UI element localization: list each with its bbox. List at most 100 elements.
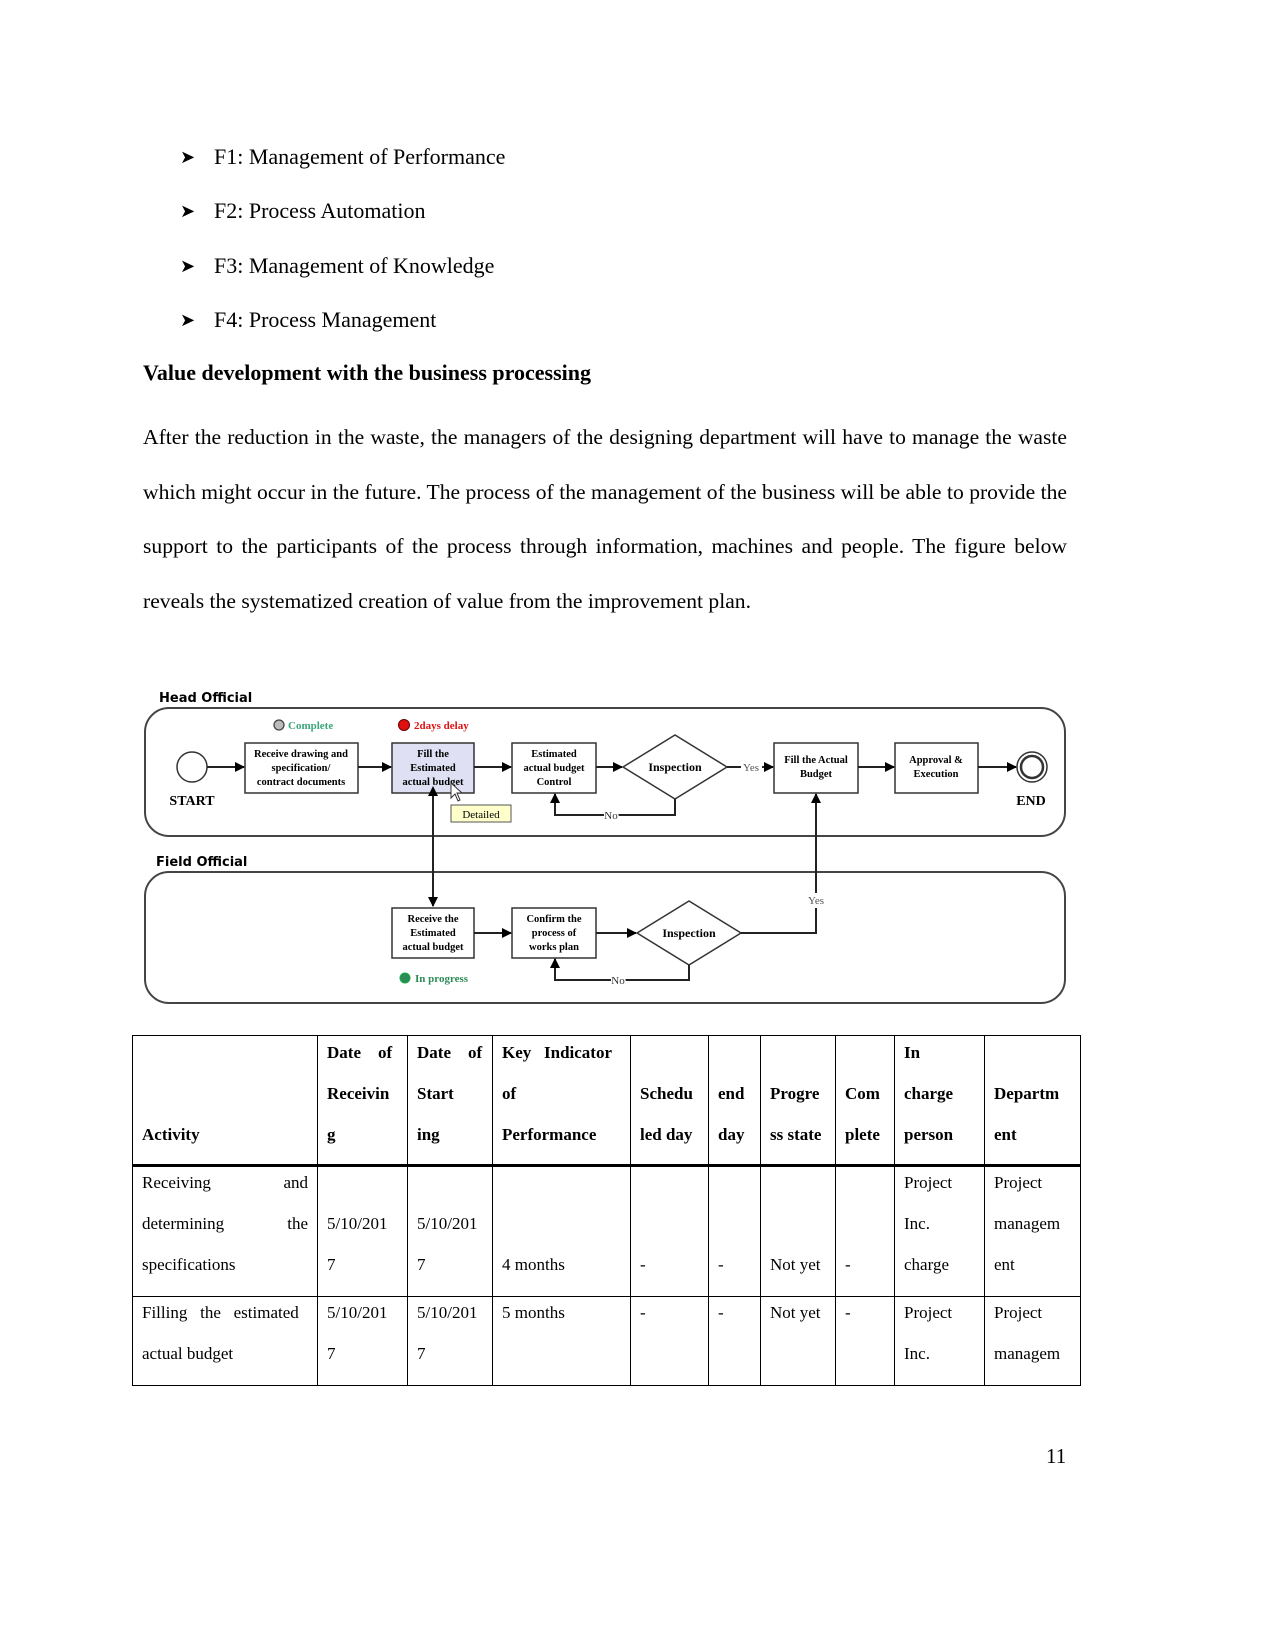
table-cell: - — [630, 1296, 709, 1386]
table-cell: 5/10/201 7 — [407, 1296, 493, 1386]
cell-word: determining — [142, 1214, 225, 1233]
cell-line — [845, 1212, 885, 1253]
arrowhead-bullet-icon: ➤ — [180, 200, 196, 221]
table-cell: Project managem — [984, 1296, 1081, 1386]
cell-line: - — [718, 1255, 724, 1274]
header-line: Progre — [770, 1084, 820, 1103]
cell-line: 7 — [327, 1344, 336, 1363]
cell-line: Project — [904, 1173, 953, 1192]
start-label: START — [169, 794, 215, 809]
table-cell: - — [708, 1165, 761, 1297]
table-cell: Project Inc. — [894, 1296, 985, 1386]
cell-line: - — [845, 1255, 851, 1274]
cell-line: 5/10/201 — [327, 1303, 388, 1322]
header-line: Date of — [417, 1043, 483, 1062]
inspection-decision-2: Inspection — [635, 900, 743, 966]
table-cell: 5/10/201 7 — [407, 1165, 493, 1297]
header-line: plete — [845, 1125, 880, 1144]
cell-line: 7 — [327, 1255, 336, 1274]
no-label-2: No — [611, 975, 625, 987]
cell-line: Not yet — [770, 1303, 821, 1322]
box-fill-estimated-budget[interactable]: Fill the Estimated actual budget — [391, 742, 475, 794]
header-line: Receivin — [327, 1084, 390, 1103]
table-row: Filling the estimated actual budget 5/10/2… — [132, 1296, 1081, 1386]
cell-line: - — [640, 1303, 646, 1322]
cell-line — [640, 1212, 699, 1253]
cell-line: 7 — [417, 1255, 426, 1274]
column-header: Departm ent — [984, 1035, 1081, 1167]
complete-status-icon — [273, 719, 285, 731]
header-line: g — [327, 1125, 336, 1144]
table-cell: 5/10/201 7 — [317, 1165, 408, 1297]
column-header: Date of Receivin g — [317, 1035, 408, 1167]
header-line: Com — [845, 1084, 880, 1103]
arrowhead-bullet-icon: ➤ — [180, 255, 196, 276]
start-event-icon — [176, 751, 208, 783]
delay-status-icon — [398, 719, 410, 731]
cell-line: 7 — [417, 1344, 426, 1363]
bullet-text: F2: Process Automation — [214, 198, 426, 223]
flow-connectors — [207, 762, 1017, 981]
header-line: led day — [640, 1125, 693, 1144]
cell-line — [718, 1171, 751, 1212]
header-line: Date of — [327, 1043, 393, 1062]
table-row: Receiving and determining the specifications… — [132, 1165, 1081, 1297]
header-line: charge — [904, 1084, 954, 1103]
cell-line — [718, 1212, 751, 1253]
header-line: Start — [417, 1084, 454, 1103]
box-estimated-control: Estimated actual budget Control — [511, 742, 597, 794]
body-paragraph: After the reduction in the waste, the ma… — [143, 425, 1067, 613]
yes-label-1: Yes — [743, 762, 759, 774]
table-cell: 5/10/201 7 — [317, 1296, 408, 1386]
cell-line — [770, 1212, 826, 1253]
page-number: 11 — [1046, 1444, 1067, 1468]
cell-line — [640, 1171, 699, 1212]
header-line: ing — [417, 1125, 440, 1144]
cell-line: actual budget — [142, 1344, 234, 1363]
header-line: Key Indicator — [502, 1043, 613, 1062]
cell-line — [502, 1171, 621, 1212]
svg-text:Detailed: Detailed — [462, 809, 500, 821]
table-cell: Not yet — [760, 1296, 836, 1386]
table-cell: Filling the estimated actual budget — [132, 1296, 318, 1386]
in-progress-status-label: In progress — [415, 973, 469, 985]
svg-text:Receive theEstimatedactual bud: Receive the Estimated actual budget — [403, 914, 464, 953]
cell-line: 5/10/201 — [327, 1214, 388, 1233]
table-cell: Project Inc. charge — [894, 1165, 985, 1297]
cell-line: 4 months — [502, 1255, 565, 1274]
cell-line: determining the — [142, 1212, 308, 1253]
column-header: Progre ss state — [760, 1035, 836, 1167]
table-cell: Project managem ent — [984, 1165, 1081, 1297]
process-flow-diagram: Head Official Field Official START END C… — [144, 691, 1066, 1004]
section-heading: Value development with the business proc… — [143, 360, 592, 385]
complete-status-label: Complete — [288, 720, 333, 732]
cell-word: and — [283, 1173, 308, 1192]
table-cell: - — [835, 1165, 895, 1297]
bullet-text: F4: Process Management — [214, 307, 437, 332]
table-cell: Not yet — [760, 1165, 836, 1297]
column-header: Schedu led day — [630, 1035, 709, 1167]
header-line: In — [904, 1043, 921, 1062]
table-header-row: Activity Date of Receivin g Date of Start ing K… — [132, 1035, 1081, 1167]
arrowhead-bullet-icon: ➤ — [180, 309, 196, 330]
box-confirm-works-plan: Confirm the process of works plan — [511, 907, 597, 959]
cell-line: Inc. — [904, 1214, 930, 1233]
box-fill-actual-budget: Fill the Actual Budget — [773, 742, 859, 794]
cell-line: Not yet — [770, 1255, 821, 1274]
header-line: day — [718, 1125, 745, 1144]
detailed-tooltip: Detailed — [450, 804, 512, 823]
bullet-item: ➤ F1: Management of Performance — [180, 142, 505, 172]
cell-line: 5 months — [502, 1303, 565, 1322]
box-receive-drawing: Receive drawing and specification/contrac… — [244, 742, 359, 794]
lane-label-field: Field Official — [156, 855, 247, 870]
cell-line: Receiving and — [142, 1171, 308, 1212]
header-line: end — [718, 1084, 745, 1103]
cell-line — [327, 1171, 398, 1212]
bullet-text: F1: Management of Performance — [214, 144, 506, 169]
column-header: Activity — [132, 1035, 318, 1167]
bullet-item: ➤ F3: Management of Knowledge — [180, 251, 494, 281]
table-cell: - — [835, 1296, 895, 1386]
header-line: of — [502, 1084, 517, 1103]
bullet-text: F3: Management of Knowledge — [214, 253, 495, 278]
bullet-item: ➤ F4: Process Management — [180, 305, 436, 335]
